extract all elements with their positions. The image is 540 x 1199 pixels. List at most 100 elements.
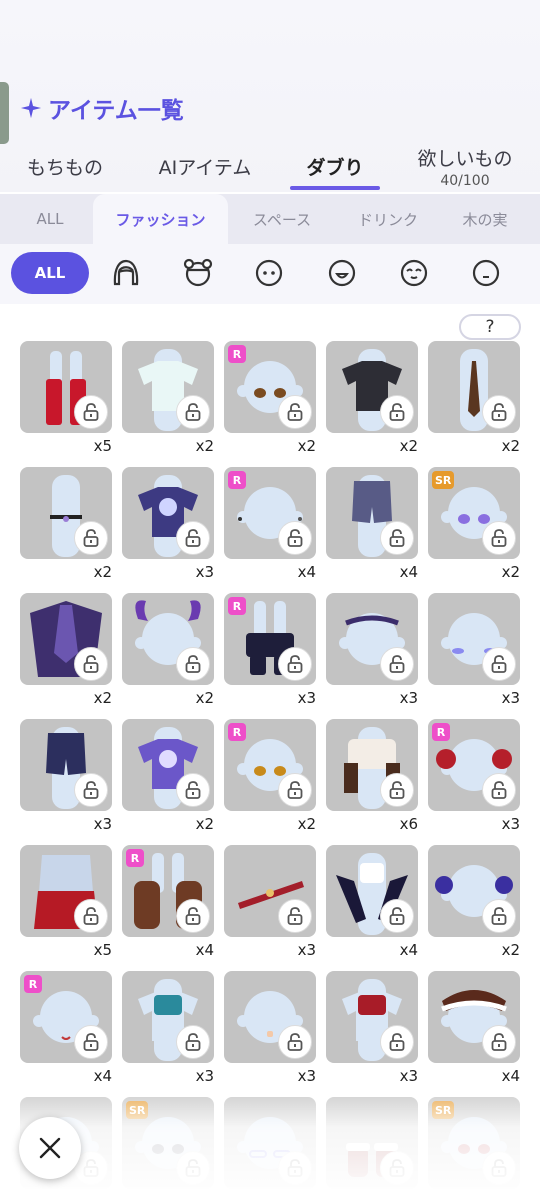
- lock-button[interactable]: [74, 1025, 108, 1059]
- lock-button[interactable]: [380, 647, 414, 681]
- filter-all-button[interactable]: ALL: [11, 252, 89, 294]
- item-tile[interactable]: [326, 845, 418, 937]
- face-icon[interactable]: [253, 257, 285, 289]
- item-tile[interactable]: R: [224, 593, 316, 685]
- item-tile[interactable]: R: [224, 719, 316, 811]
- lock-button[interactable]: [380, 773, 414, 807]
- item-tile[interactable]: [20, 845, 112, 937]
- item-tile[interactable]: SR: [428, 1097, 520, 1189]
- lock-button[interactable]: [482, 647, 516, 681]
- lock-button[interactable]: [74, 899, 108, 933]
- tab-wishlist[interactable]: 欲しいもの 40/100: [400, 138, 530, 194]
- lock-button[interactable]: [176, 773, 210, 807]
- item-tile[interactable]: [224, 971, 316, 1063]
- mouth-open-face-icon[interactable]: [326, 257, 358, 289]
- lock-icon: [287, 529, 303, 547]
- item-tile[interactable]: [122, 341, 214, 433]
- small-face-icon[interactable]: [470, 257, 502, 289]
- item-tile[interactable]: R: [428, 719, 520, 811]
- lock-button[interactable]: [278, 395, 312, 429]
- item-tile[interactable]: [20, 593, 112, 685]
- category-tab-space[interactable]: スペース: [232, 194, 332, 244]
- item-tile[interactable]: R: [224, 467, 316, 559]
- item-tile[interactable]: [428, 971, 520, 1063]
- item-tile[interactable]: [122, 719, 214, 811]
- lock-button[interactable]: [74, 773, 108, 807]
- lock-button[interactable]: [482, 773, 516, 807]
- help-button[interactable]: ?: [459, 314, 521, 340]
- lock-button[interactable]: [176, 647, 210, 681]
- item-tile[interactable]: [122, 593, 214, 685]
- item-count: x2: [501, 437, 520, 455]
- lock-button[interactable]: [74, 521, 108, 555]
- hair-icon[interactable]: [110, 257, 142, 289]
- item-tile[interactable]: SR: [428, 467, 520, 559]
- lock-button[interactable]: [278, 1151, 312, 1185]
- lock-button[interactable]: [176, 899, 210, 933]
- lock-button[interactable]: [278, 521, 312, 555]
- tab-mochimono[interactable]: もちもの: [10, 138, 120, 194]
- lock-icon: [83, 907, 99, 925]
- item-count: x4: [399, 941, 418, 959]
- item-tile[interactable]: R: [224, 341, 316, 433]
- item-tile[interactable]: [224, 1097, 316, 1189]
- lock-icon: [389, 403, 405, 421]
- category-tab-fashion[interactable]: ファッション: [93, 194, 228, 244]
- item-tile[interactable]: SR: [122, 1097, 214, 1189]
- item-tile[interactable]: [428, 341, 520, 433]
- item-count: x4: [297, 563, 316, 581]
- item-tile[interactable]: [122, 467, 214, 559]
- lock-button[interactable]: [278, 647, 312, 681]
- lock-icon: [491, 781, 507, 799]
- lock-button[interactable]: [74, 647, 108, 681]
- item-tile[interactable]: [428, 845, 520, 937]
- lock-button[interactable]: [278, 773, 312, 807]
- item-count: x3: [195, 563, 214, 581]
- category-tab-all[interactable]: ALL: [0, 194, 100, 244]
- category-tab-drink[interactable]: ドリンク: [338, 194, 438, 244]
- item-tile[interactable]: [326, 719, 418, 811]
- lock-button[interactable]: [176, 1025, 210, 1059]
- item-tile[interactable]: [122, 971, 214, 1063]
- item-tile[interactable]: [20, 467, 112, 559]
- lock-button[interactable]: [482, 1025, 516, 1059]
- lock-button[interactable]: [380, 395, 414, 429]
- item-tile[interactable]: R: [122, 845, 214, 937]
- item-tile[interactable]: [326, 971, 418, 1063]
- item-tile[interactable]: [326, 467, 418, 559]
- lock-button[interactable]: [482, 1151, 516, 1185]
- item-tile[interactable]: [224, 845, 316, 937]
- lock-button[interactable]: [380, 1025, 414, 1059]
- lock-button[interactable]: [482, 395, 516, 429]
- tab-ai-items[interactable]: AIアイテム: [140, 138, 270, 194]
- lock-button[interactable]: [482, 899, 516, 933]
- closed-eyes-face-icon[interactable]: [398, 257, 430, 289]
- item-tile[interactable]: [20, 719, 112, 811]
- lock-button[interactable]: [176, 1151, 210, 1185]
- item-tile[interactable]: R: [20, 971, 112, 1063]
- item-tile[interactable]: [20, 341, 112, 433]
- lock-button[interactable]: [380, 899, 414, 933]
- rarity-badge: R: [228, 471, 246, 489]
- lock-button[interactable]: [176, 521, 210, 555]
- head-accessory-icon[interactable]: [182, 257, 214, 289]
- lock-button[interactable]: [278, 1025, 312, 1059]
- lock-button[interactable]: [74, 395, 108, 429]
- item-count: x3: [501, 815, 520, 833]
- lock-button[interactable]: [278, 899, 312, 933]
- item-tile[interactable]: [326, 341, 418, 433]
- category-tab-nuts[interactable]: 木の実: [440, 194, 530, 244]
- rarity-badge: R: [432, 723, 450, 741]
- lock-button[interactable]: [380, 521, 414, 555]
- item-tile[interactable]: [326, 593, 418, 685]
- item-count: x2: [399, 437, 418, 455]
- lock-icon: [83, 403, 99, 421]
- lock-button[interactable]: [482, 521, 516, 555]
- item-tile[interactable]: [326, 1097, 418, 1189]
- lock-button[interactable]: [380, 1151, 414, 1185]
- lock-icon: [389, 1159, 405, 1177]
- side-drawer-handle[interactable]: [0, 82, 9, 144]
- item-tile[interactable]: [428, 593, 520, 685]
- close-button[interactable]: [19, 1117, 81, 1179]
- lock-button[interactable]: [176, 395, 210, 429]
